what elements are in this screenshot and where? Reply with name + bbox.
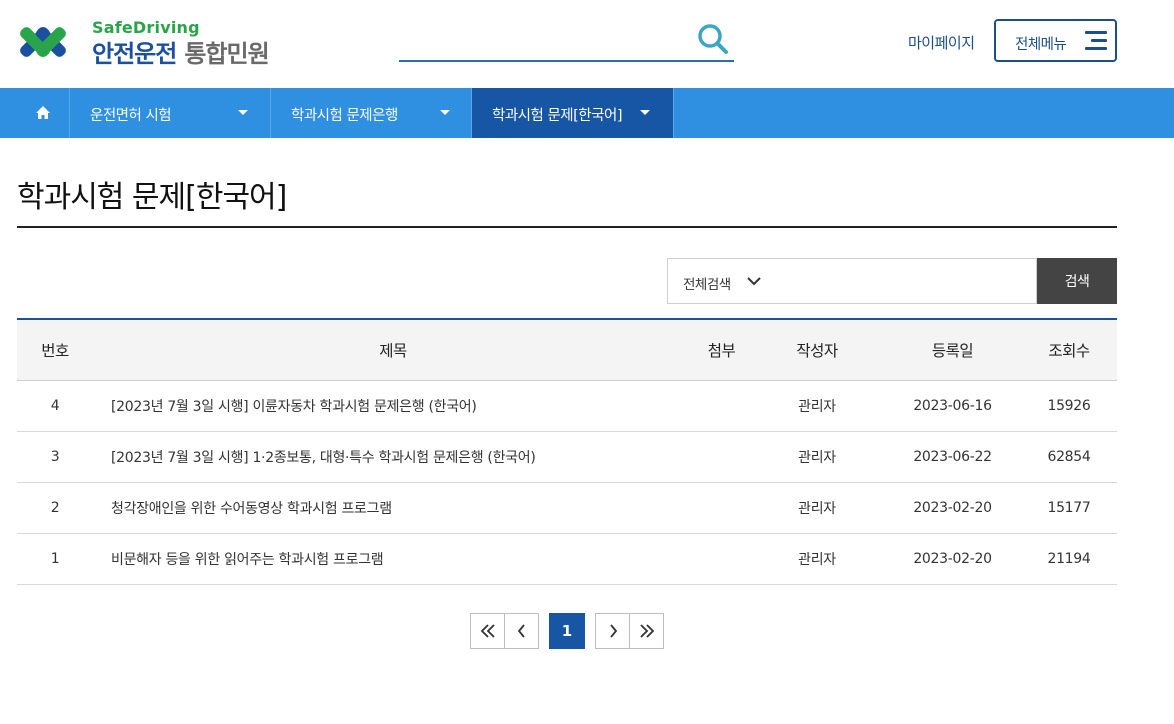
board-table: 번호 제목 첨부 작성자 등록일 조회수 4 [2023년 7월 3일 시행] … bbox=[17, 318, 1117, 585]
cell-attach bbox=[693, 380, 750, 431]
cell-views: 15177 bbox=[1047, 499, 1091, 516]
cell-date: 2023-06-16 bbox=[913, 397, 992, 414]
global-search-input[interactable] bbox=[399, 24, 689, 58]
search-type-select[interactable]: 전체검색 bbox=[667, 258, 777, 304]
caret-down-icon bbox=[640, 110, 650, 115]
nav-item-label: 학과시험 문제은행 bbox=[291, 108, 398, 124]
col-header-title: 제목 bbox=[93, 318, 693, 381]
search-icon bbox=[698, 24, 728, 54]
logo-title-main: 안전운전 bbox=[92, 40, 177, 68]
title-divider bbox=[17, 226, 1117, 228]
table-row: 4 [2023년 7월 3일 시행] 이륜자동차 학과시험 문제은행 (한국어)… bbox=[17, 380, 1117, 431]
site-header: SafeDriving 안전운전 통합민원 마이페이지 전체메뉴 bbox=[0, 0, 1174, 88]
cell-no: 4 bbox=[50, 397, 60, 414]
cell-title-link[interactable]: [2023년 7월 3일 시행] 1·2종보통, 대형·특수 학과시험 문제은행… bbox=[93, 431, 693, 482]
prev-page-button[interactable] bbox=[504, 613, 539, 649]
cell-views: 21194 bbox=[1047, 550, 1091, 567]
col-header-no: 번호 bbox=[17, 318, 93, 381]
all-menu-label: 전체메뉴 bbox=[1015, 37, 1067, 53]
page-title: 학과시험 문제[한국어] bbox=[17, 180, 287, 215]
home-icon bbox=[36, 106, 50, 119]
first-page-button[interactable] bbox=[470, 613, 505, 649]
cell-attach bbox=[693, 533, 750, 584]
page-number-current[interactable]: 1 bbox=[549, 613, 585, 649]
caret-down-icon bbox=[238, 110, 248, 115]
all-menu-button[interactable]: 전체메뉴 bbox=[994, 19, 1117, 62]
search-button[interactable] bbox=[696, 22, 730, 56]
cell-no: 3 bbox=[50, 448, 60, 465]
cell-views: 15926 bbox=[1047, 397, 1091, 414]
cell-attach bbox=[693, 431, 750, 482]
nav-item-driver-license-exam[interactable]: 운전면허 시험 bbox=[70, 88, 271, 138]
cell-title-link[interactable]: 청각장애인을 위한 수어동영상 학과시험 프로그램 bbox=[93, 482, 693, 533]
cell-attach bbox=[693, 482, 750, 533]
cell-author: 관리자 bbox=[798, 449, 836, 466]
table-header-row: 번호 제목 첨부 작성자 등록일 조회수 bbox=[17, 318, 1117, 381]
chevron-down-icon bbox=[747, 277, 761, 286]
cell-author: 관리자 bbox=[798, 398, 836, 415]
table-row: 1 비문해자 등을 위한 읽어주는 학과시험 프로그램 관리자 2023-02-… bbox=[17, 533, 1117, 584]
search-submit-button[interactable]: 검색 bbox=[1037, 258, 1117, 304]
nav-home-button[interactable] bbox=[17, 88, 70, 138]
logo-title-sub: 통합민원 bbox=[184, 40, 269, 68]
nav-item-label: 운전면허 시험 bbox=[90, 108, 172, 124]
nav-item-korean-questions[interactable]: 학과시험 문제[한국어] bbox=[472, 88, 674, 138]
hamburger-icon bbox=[1083, 31, 1107, 51]
search-type-label: 전체검색 bbox=[683, 277, 731, 293]
nav-item-question-bank[interactable]: 학과시험 문제은행 bbox=[271, 88, 472, 138]
next-page-button[interactable] bbox=[595, 613, 630, 649]
main-nav: 운전면허 시험 학과시험 문제은행 학과시험 문제[한국어] bbox=[0, 88, 1174, 138]
cell-date: 2023-06-22 bbox=[913, 448, 992, 465]
chevron-left-icon bbox=[517, 624, 525, 638]
double-chevron-left-icon bbox=[480, 624, 495, 638]
col-header-views: 조회수 bbox=[1021, 318, 1117, 381]
double-chevron-right-icon bbox=[639, 624, 654, 638]
chevron-right-icon bbox=[609, 624, 617, 638]
table-row: 2 청각장애인을 위한 수어동영상 학과시험 프로그램 관리자 2023-02-… bbox=[17, 482, 1117, 533]
logo-title: 안전운전 통합민원 bbox=[92, 34, 270, 69]
table-row: 3 [2023년 7월 3일 시행] 1·2종보통, 대형·특수 학과시험 문제… bbox=[17, 431, 1117, 482]
col-header-date: 등록일 bbox=[884, 318, 1021, 381]
cell-title-link[interactable]: 비문해자 등을 위한 읽어주는 학과시험 프로그램 bbox=[93, 533, 693, 584]
last-page-button[interactable] bbox=[629, 613, 664, 649]
cell-views: 62854 bbox=[1047, 448, 1091, 465]
safedriving-logo-icon bbox=[20, 27, 66, 57]
nav-item-label: 학과시험 문제[한국어] bbox=[492, 108, 622, 124]
cell-author: 관리자 bbox=[798, 500, 836, 517]
cell-date: 2023-02-20 bbox=[913, 550, 992, 567]
site-logo[interactable]: SafeDriving 안전운전 통합민원 bbox=[17, 18, 297, 68]
global-search bbox=[399, 20, 734, 62]
cell-no: 2 bbox=[50, 499, 60, 516]
cell-no: 1 bbox=[50, 550, 60, 567]
cell-date: 2023-02-20 bbox=[913, 499, 992, 516]
cell-title-link[interactable]: [2023년 7월 3일 시행] 이륜자동차 학과시험 문제은행 (한국어) bbox=[93, 380, 693, 431]
caret-down-icon bbox=[440, 110, 450, 115]
keyword-input[interactable] bbox=[776, 258, 1037, 304]
mypage-link[interactable]: 마이페이지 bbox=[908, 32, 975, 53]
col-header-author: 작성자 bbox=[750, 318, 884, 381]
col-header-attach: 첨부 bbox=[693, 318, 750, 381]
cell-author: 관리자 bbox=[798, 551, 836, 568]
